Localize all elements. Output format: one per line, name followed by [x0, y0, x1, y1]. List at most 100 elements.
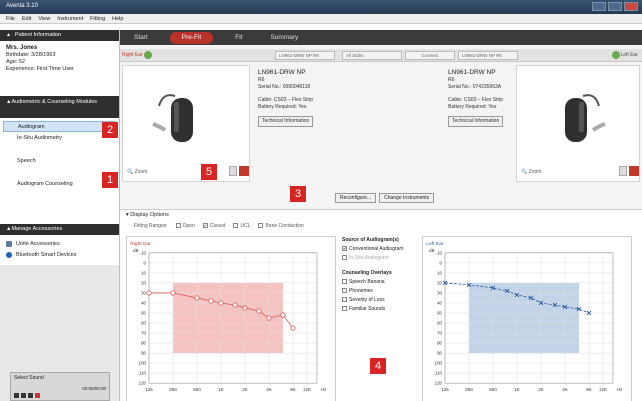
right-audiogram-chart[interactable]: Right EardB -10 0 10 20 30 40 50 60 70 80 90 100 110 1… — [126, 236, 336, 401]
rewind-icon[interactable] — [14, 393, 19, 398]
checkbox-speech-banana[interactable] — [342, 279, 347, 285]
play-icon[interactable] — [21, 393, 26, 398]
menu-bar: File Edit View Instrument Fitting Help — [0, 14, 642, 24]
hearing-aid-icon — [565, 94, 606, 142]
stop-icon[interactable] — [28, 393, 33, 398]
checkbox-bone-conduction[interactable] — [258, 223, 264, 229]
y-tick-label: 30 — [141, 290, 146, 295]
patient-experience: Experience: First Time User — [6, 66, 74, 72]
right-doc-icon[interactable] — [229, 166, 237, 176]
y-tick-label: 30 — [437, 290, 442, 295]
left-ear-label: Left Ear — [620, 52, 638, 58]
y-axis-label: dB — [429, 248, 434, 253]
y-tick-label: 10 — [141, 270, 146, 275]
accessories-header[interactable]: ▲Manage Accessories — [0, 224, 119, 235]
threshold-point — [170, 290, 176, 296]
checkbox-phonemes[interactable] — [342, 288, 347, 294]
source-conventional[interactable]: ✔ Conventional Audiogram — [342, 245, 422, 254]
module-in-situ-audiometry[interactable]: In-Situ Audiometry — [3, 133, 116, 144]
checkbox-ucl[interactable] — [233, 223, 239, 229]
accessory-bluetooth[interactable]: Bluetooth Smart Devices — [6, 249, 113, 260]
right-person-icon[interactable] — [239, 166, 249, 176]
checkbox-conventional[interactable]: ✔ — [342, 246, 347, 252]
module-audiogram-counseling[interactable]: Audiogram Counseling — [3, 179, 116, 190]
module-audiogram[interactable]: Audiogram — [3, 121, 116, 132]
sound-player: Select Sound 00:00/00:00 — [10, 372, 110, 401]
bluetooth-icon — [6, 251, 12, 258]
tab-summary[interactable]: Summary — [256, 30, 312, 45]
window-title: Aventa 3.10 — [6, 3, 38, 9]
accessory-unite[interactable]: Unite Accessories — [6, 238, 113, 249]
connect-button[interactable]: Connect — [405, 51, 455, 60]
right-ear-label: Right Ear — [122, 52, 143, 58]
tab-pre-fit[interactable]: Pre-Fit — [169, 31, 214, 44]
checkbox-in-situ[interactable] — [342, 255, 347, 261]
left-doc-icon[interactable] — [619, 166, 627, 176]
threshold-point — [194, 295, 200, 301]
menu-file[interactable]: File — [6, 16, 15, 22]
menu-help[interactable]: Help — [112, 16, 123, 22]
x-tick-label: 12K — [599, 387, 607, 392]
reconfigure-button[interactable]: Reconfigure... — [335, 193, 377, 203]
tab-fit[interactable]: Fit — [221, 30, 256, 45]
option-bone-conduction[interactable]: Bone Conduction — [258, 223, 304, 229]
overlay-speech-banana[interactable]: Speech Banana — [342, 278, 422, 287]
menu-view[interactable]: View — [38, 16, 50, 22]
sound-time: 00:00/00:00 — [82, 386, 106, 391]
patient-age: Age: 52 — [6, 59, 25, 65]
callout-5: 5 — [201, 164, 217, 180]
modules-header[interactable]: ▲Audiometric & Counseling Modules — [0, 96, 119, 118]
left-technical-info-button[interactable]: Technical Information — [448, 116, 504, 127]
right-connection-field[interactable]: LN961-DRW NP R6 — [275, 51, 335, 60]
menu-fitting[interactable]: Fitting — [90, 16, 105, 22]
maximize-button[interactable] — [608, 2, 622, 11]
source-in-situ-label: In-Situ Audiogram — [349, 255, 389, 261]
main-panel: Right Ear LN961-DRW NP R6 All Sides Conn… — [120, 45, 642, 401]
menu-instrument[interactable]: Instrument — [57, 16, 83, 22]
minimize-button[interactable] — [592, 2, 606, 11]
x-tick-label: 500 — [489, 387, 497, 392]
checkbox-familiar-sounds[interactable] — [342, 306, 347, 312]
left-zoom[interactable]: 🔍 Zoom — [521, 169, 541, 175]
option-closed[interactable]: ✔ Closed — [202, 223, 225, 229]
accessories-list: Unite Accessories Bluetooth Smart Device… — [0, 235, 119, 265]
module-speech[interactable]: Speech — [3, 156, 116, 167]
menu-edit[interactable]: Edit — [22, 16, 31, 22]
y-tick-label: 60 — [141, 321, 146, 326]
y-axis-label: dB — [133, 248, 138, 253]
record-icon[interactable] — [35, 393, 40, 398]
left-audiogram-chart[interactable]: Left EardB -10 0 10 20 30 40 50 60 70 80 90 100 110 12… — [422, 236, 632, 401]
zoom-icon: 🔍 — [127, 169, 134, 175]
display-options-toggle[interactable]: ▾ Display Options — [126, 212, 169, 218]
overlay-phonemes[interactable]: Phonemes — [342, 287, 422, 296]
zoom-icon: 🔍 — [521, 169, 528, 175]
checkbox-closed[interactable]: ✔ — [202, 223, 208, 229]
fitting-ranges-label: Fitting Ranges: — [134, 223, 168, 229]
close-button[interactable] — [624, 2, 638, 11]
y-tick-label: 0 — [440, 260, 443, 265]
source-in-situ[interactable]: In-Situ Audiogram — [342, 254, 422, 263]
overlay-familiar-sounds[interactable]: Familiar Sounds — [342, 305, 422, 314]
y-tick-label: 110 — [435, 371, 443, 376]
right-technical-info-button[interactable]: Technical Information — [258, 116, 314, 127]
display-options-label: Display Options — [130, 212, 169, 218]
left-connection-field[interactable]: LN961-DRW NP R6 — [458, 51, 518, 60]
patient-info-header[interactable]: ▲ Patient Information — [0, 30, 119, 41]
callout-4: 4 — [370, 358, 386, 374]
y-tick-label: -10 — [436, 250, 443, 255]
change-instruments-button[interactable]: Change Instruments — [379, 193, 435, 203]
overlays-title: Counseling Overlays — [342, 270, 392, 276]
tab-start[interactable]: Start — [120, 30, 162, 45]
option-ucl[interactable]: UCL — [233, 223, 250, 229]
checkbox-open[interactable] — [175, 223, 181, 229]
right-zoom[interactable]: 🔍 Zoom — [127, 169, 147, 175]
overlay-severity[interactable]: Severity of Loss — [342, 296, 422, 305]
x-tick-label: 250 — [465, 387, 473, 392]
patient-panel: Mrs. Jones Birthdate: 3/28/1963 Age: 52 … — [0, 41, 119, 96]
select-sound-dropdown[interactable]: Select Sound — [11, 373, 109, 383]
checkbox-severity[interactable] — [342, 297, 347, 303]
patient-name: Mrs. Jones — [6, 45, 38, 51]
left-person-icon[interactable] — [629, 166, 639, 176]
option-open[interactable]: Open — [175, 223, 195, 229]
side-select[interactable]: All Sides — [342, 51, 402, 60]
